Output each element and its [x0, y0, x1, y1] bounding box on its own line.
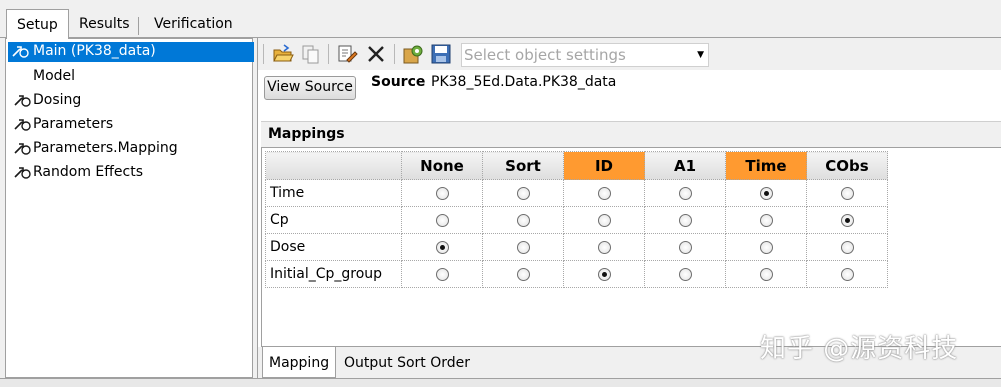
- grid-header-row: None Sort ID A1 Time CObs: [265, 151, 888, 180]
- table-row: Time: [265, 179, 888, 207]
- tree-item-label: Model: [33, 68, 76, 84]
- tab-results[interactable]: Results: [70, 14, 139, 38]
- link-node-icon: [14, 143, 31, 155]
- tree-item-main[interactable]: Main (PK38_data): [8, 42, 254, 62]
- dropdown-arrow-icon[interactable]: ▼: [697, 50, 704, 60]
- tab-output-sort-order[interactable]: Output Sort Order: [338, 352, 476, 376]
- row-label-initial-cp-group: Initial_Cp_group: [265, 260, 402, 288]
- delete-icon[interactable]: [365, 43, 387, 65]
- radio-time-sort[interactable]: [516, 186, 530, 200]
- radio-time-id[interactable]: [597, 186, 611, 200]
- tree-item-parameters[interactable]: Parameters: [10, 115, 254, 135]
- toolbar: Select object settings ▼: [258, 38, 1001, 70]
- gear-object-icon[interactable]: [402, 43, 424, 65]
- tree-item-label: Parameters.Mapping: [33, 140, 178, 156]
- column-header-none[interactable]: None: [401, 151, 483, 180]
- radio-initial-cp-group-id[interactable]: [597, 267, 611, 281]
- column-header-cobs[interactable]: CObs: [806, 151, 888, 180]
- radio-cp-none[interactable]: [435, 213, 449, 227]
- radio-cp-time[interactable]: [759, 213, 773, 227]
- object-settings-select[interactable]: Select object settings ▼: [461, 43, 709, 67]
- radio-time-time[interactable]: [759, 186, 773, 200]
- radio-dose-none[interactable]: [435, 240, 449, 254]
- table-row: Cp: [265, 206, 888, 234]
- tree-item-label: Dosing: [33, 92, 82, 108]
- radio-cp-id[interactable]: [597, 213, 611, 227]
- object-tree: Main (PK38_data) Model Dosing Parameters…: [5, 38, 254, 378]
- toolbar-separator: [394, 44, 395, 64]
- row-label-cp: Cp: [265, 206, 402, 234]
- column-header-id[interactable]: ID: [563, 151, 645, 180]
- tree-item-parameters-mapping[interactable]: Parameters.Mapping: [10, 139, 254, 159]
- link-node-icon: [14, 167, 31, 179]
- tab-mapping[interactable]: Mapping: [262, 347, 337, 378]
- row-header-corner: [265, 151, 402, 180]
- tab-setup[interactable]: Setup: [6, 9, 69, 39]
- tab-separator: [137, 17, 139, 35]
- link-node-icon: [14, 95, 31, 107]
- radio-initial-cp-group-cobs[interactable]: [840, 267, 854, 281]
- edit-icon[interactable]: [336, 43, 358, 65]
- radio-dose-sort[interactable]: [516, 240, 530, 254]
- mappings-grid-area: None Sort ID A1 Time CObs Time Cp Dose I…: [261, 147, 1001, 347]
- source-label: Source: [371, 74, 426, 90]
- copy-icon[interactable]: [300, 43, 322, 65]
- settings-panel: Select object settings ▼ View Source Sou…: [257, 38, 1001, 378]
- view-source-button[interactable]: View Source: [264, 76, 356, 100]
- tree-item-label: Random Effects: [33, 164, 143, 180]
- radio-dose-a1[interactable]: [678, 240, 692, 254]
- object-settings-placeholder: Select object settings: [464, 46, 626, 64]
- radio-dose-cobs[interactable]: [840, 240, 854, 254]
- row-label-dose: Dose: [265, 233, 402, 261]
- radio-initial-cp-group-sort[interactable]: [516, 267, 530, 281]
- watermark-text: 知乎 @源资科技: [760, 334, 959, 364]
- radio-dose-id[interactable]: [597, 240, 611, 254]
- table-row: Initial_Cp_group: [265, 260, 888, 288]
- column-header-a1[interactable]: A1: [644, 151, 726, 180]
- radio-cp-a1[interactable]: [678, 213, 692, 227]
- mappings-grid: None Sort ID A1 Time CObs Time Cp Dose I…: [265, 151, 888, 288]
- link-node-icon: [14, 119, 31, 131]
- tree-item-label: Main (PK38_data): [33, 43, 156, 59]
- radio-initial-cp-group-none[interactable]: [435, 267, 449, 281]
- radio-cp-cobs[interactable]: [840, 213, 854, 227]
- save-icon[interactable]: [430, 43, 452, 65]
- mappings-title: Mappings: [261, 121, 1001, 147]
- tree-item-label: Parameters: [33, 116, 114, 132]
- column-header-time[interactable]: Time: [725, 151, 807, 180]
- tab-verification[interactable]: Verification: [145, 14, 242, 38]
- link-node-icon: [12, 46, 29, 58]
- open-folder-icon[interactable]: [272, 43, 294, 65]
- column-header-sort[interactable]: Sort: [482, 151, 564, 180]
- radio-initial-cp-group-a1[interactable]: [678, 267, 692, 281]
- radio-time-cobs[interactable]: [840, 186, 854, 200]
- top-tab-bar: Setup Results Verification: [0, 0, 1001, 39]
- toolbar-grip: [263, 44, 264, 64]
- source-value: PK38_5Ed.Data.PK38_data: [431, 74, 617, 90]
- tab-results-label: Results: [79, 16, 130, 32]
- radio-time-none[interactable]: [435, 186, 449, 200]
- tree-item-model[interactable]: Model: [10, 67, 254, 87]
- radio-initial-cp-group-time[interactable]: [759, 267, 773, 281]
- table-row: Dose: [265, 233, 888, 261]
- status-bar: [0, 378, 1001, 387]
- row-label-time: Time: [265, 179, 402, 207]
- toolbar-separator: [328, 44, 329, 64]
- radio-time-a1[interactable]: [678, 186, 692, 200]
- tree-item-random-effects[interactable]: Random Effects: [10, 163, 254, 183]
- radio-cp-sort[interactable]: [516, 213, 530, 227]
- tree-item-dosing[interactable]: Dosing: [10, 91, 254, 111]
- radio-dose-time[interactable]: [759, 240, 773, 254]
